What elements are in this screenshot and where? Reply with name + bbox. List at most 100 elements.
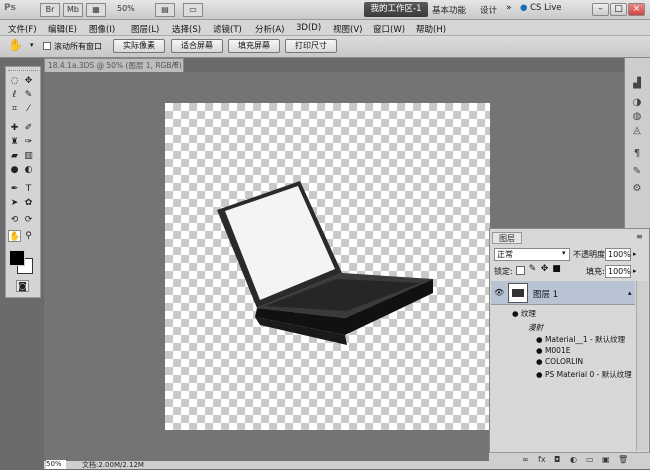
3d-rotate-tool-icon[interactable]: ⟲	[8, 214, 21, 226]
eraser-tool-icon[interactable]: ▰	[8, 150, 21, 162]
eyedropper-tool-icon[interactable]: ⁄	[22, 103, 35, 115]
document-close-icon[interactable]: ×	[172, 59, 179, 68]
menu-3d[interactable]: 3D(D)	[296, 23, 321, 33]
layer-style-icon[interactable]: fx	[538, 455, 546, 464]
history-brush-tool-icon[interactable]: ✑	[22, 136, 35, 148]
menu-image[interactable]: 图像(I)	[89, 23, 115, 35]
toolbox-grip	[8, 70, 38, 71]
paragraph-icon[interactable]: ¶	[630, 148, 644, 162]
status-zoom[interactable]: 50%	[46, 460, 66, 469]
gradient-tool-icon[interactable]: ▥	[22, 150, 35, 162]
diffuse-label: 漫射	[528, 323, 543, 332]
opacity-field[interactable]: 100%	[605, 248, 631, 261]
brush-panel-icon[interactable]: ✎	[630, 166, 644, 180]
path-selection-tool-icon[interactable]: ➤	[8, 197, 21, 209]
blend-mode-select[interactable]: 正常	[494, 248, 570, 261]
view-extras-icon[interactable]: ▦	[86, 3, 106, 17]
arrange-documents-icon[interactable]: ▤	[155, 3, 175, 17]
brush-tool-icon[interactable]: ✐	[22, 122, 35, 134]
fill-field[interactable]: 100%	[605, 265, 631, 278]
scroll-all-label: 滚动所有窗口	[54, 42, 102, 51]
layer-expand-icon[interactable]: ▴	[628, 289, 632, 297]
photoshop-logo: Ps	[4, 3, 16, 13]
adjustments-icon[interactable]: ◑	[630, 97, 644, 111]
crop-tool-icon[interactable]: ⌗	[8, 103, 21, 115]
bridge-icon[interactable]: Br	[40, 3, 60, 17]
move-tool-icon[interactable]: ✥	[22, 75, 35, 87]
texture-item[interactable]: ● COLORLIN	[536, 357, 583, 366]
menu-view[interactable]: 视图(V)	[333, 23, 362, 35]
layers-tab[interactable]: 图层	[492, 232, 522, 244]
lasso-tool-icon[interactable]: ℓ	[8, 89, 21, 101]
shape-tool-icon[interactable]: ✿	[22, 197, 35, 209]
menu-filter[interactable]: 滤镜(T)	[213, 23, 242, 35]
hand-tool-active-icon[interactable]: ✋	[8, 230, 21, 242]
lock-transparency-icon[interactable]	[516, 266, 525, 275]
scroll-all-checkbox[interactable]	[43, 42, 51, 50]
quick-select-tool-icon[interactable]: ✎	[22, 89, 35, 101]
clone-source-icon[interactable]: ⚙	[630, 183, 644, 197]
quick-mask-icon[interactable]: ◙	[16, 280, 29, 292]
menu-layer[interactable]: 图层(L)	[131, 23, 159, 35]
eye-icon[interactable]: 👁	[494, 288, 504, 297]
blur-tool-icon[interactable]: ●	[8, 164, 21, 176]
masks-icon[interactable]: ◍	[630, 111, 644, 125]
3d-camera-tool-icon[interactable]: ⟳	[22, 214, 35, 226]
close-button[interactable]: ×	[628, 3, 645, 16]
opacity-dropdown-icon[interactable]: ▸	[633, 250, 637, 258]
textures-group[interactable]: ● 纹理	[512, 308, 536, 319]
texture-item[interactable]: ● PS Material 0 - 默认纹理	[536, 369, 632, 380]
fit-screen-button[interactable]: 适合屏幕	[171, 39, 223, 53]
3d-icon[interactable]: ◬	[630, 125, 644, 139]
delete-layer-icon[interactable]: 🗑	[618, 455, 628, 464]
marquee-tool-icon[interactable]: ◌	[8, 75, 21, 87]
mini-bridge-icon[interactable]: Mb	[63, 3, 83, 17]
minimize-button[interactable]: –	[592, 3, 609, 16]
menu-edit[interactable]: 编辑(E)	[48, 23, 77, 35]
zoom-tool-icon[interactable]: ⚲	[22, 230, 35, 242]
lock-pixels-icon[interactable]: ✎	[528, 265, 537, 275]
menu-file[interactable]: 文件(F)	[8, 23, 37, 35]
layers-scrollbar[interactable]	[636, 281, 648, 451]
workspace-basic[interactable]: 基本功能	[432, 4, 466, 16]
menu-analysis[interactable]: 分析(A)	[255, 23, 284, 35]
workspace-active[interactable]: 我的工作区-1	[364, 2, 428, 17]
adjustment-layer-icon[interactable]: ◐	[570, 455, 577, 464]
lock-position-icon[interactable]: ✥	[540, 265, 549, 275]
add-mask-icon[interactable]: ◘	[554, 455, 560, 464]
print-size-button[interactable]: 打印尺寸	[285, 39, 337, 53]
workspace-design[interactable]: 设计	[480, 4, 497, 16]
cs-live-button[interactable]: ● CS Live	[520, 3, 562, 13]
fill-dropdown-icon[interactable]: ▸	[633, 267, 637, 275]
zoom-level[interactable]: 50%	[117, 4, 135, 13]
link-layers-icon[interactable]: ∞	[522, 455, 529, 464]
screen-mode-icon[interactable]: ▭	[183, 3, 203, 17]
texture-item[interactable]: ● Material__1 - 默认纹理	[536, 334, 625, 345]
dodge-tool-icon[interactable]: ◐	[22, 164, 35, 176]
menu-help[interactable]: 帮助(H)	[416, 23, 446, 35]
more-workspaces-icon[interactable]: »	[506, 3, 512, 13]
texture-item[interactable]: ● M001E	[536, 346, 570, 355]
actual-pixels-button[interactable]: 实际像素	[113, 39, 165, 53]
maximize-button[interactable]: □	[610, 3, 627, 16]
menu-select[interactable]: 选择(S)	[172, 23, 201, 35]
healing-brush-tool-icon[interactable]: ✚	[8, 122, 21, 134]
new-group-icon[interactable]: ▭	[586, 455, 594, 464]
pen-tool-icon[interactable]: ✒	[8, 183, 21, 195]
clone-stamp-tool-icon[interactable]: ♜	[8, 136, 21, 148]
blend-dropdown-icon[interactable]: ▾	[562, 249, 566, 257]
type-tool-icon[interactable]: T	[22, 183, 35, 195]
layer-name[interactable]: 图层 1	[533, 288, 558, 300]
menu-window[interactable]: 窗口(W)	[373, 23, 405, 35]
panel-menu-icon[interactable]: ≡	[636, 232, 643, 241]
foreground-color-swatch[interactable]	[9, 250, 25, 266]
histogram-icon[interactable]: ▟	[630, 78, 644, 92]
new-layer-icon[interactable]: ▣	[602, 455, 610, 464]
canvas[interactable]	[165, 103, 490, 430]
eye-icon[interactable]: ●	[512, 309, 519, 318]
fill-screen-button[interactable]: 填充屏幕	[228, 39, 280, 53]
document-tab[interactable]: 18.4.1a.3DS @ 50% (图层 1, RGB/8)	[44, 58, 184, 72]
lock-all-icon[interactable]: ■	[552, 265, 561, 275]
tool-preset-dropdown-icon[interactable]: ▾	[30, 41, 34, 49]
hand-tool-icon[interactable]: ✋	[8, 38, 23, 52]
